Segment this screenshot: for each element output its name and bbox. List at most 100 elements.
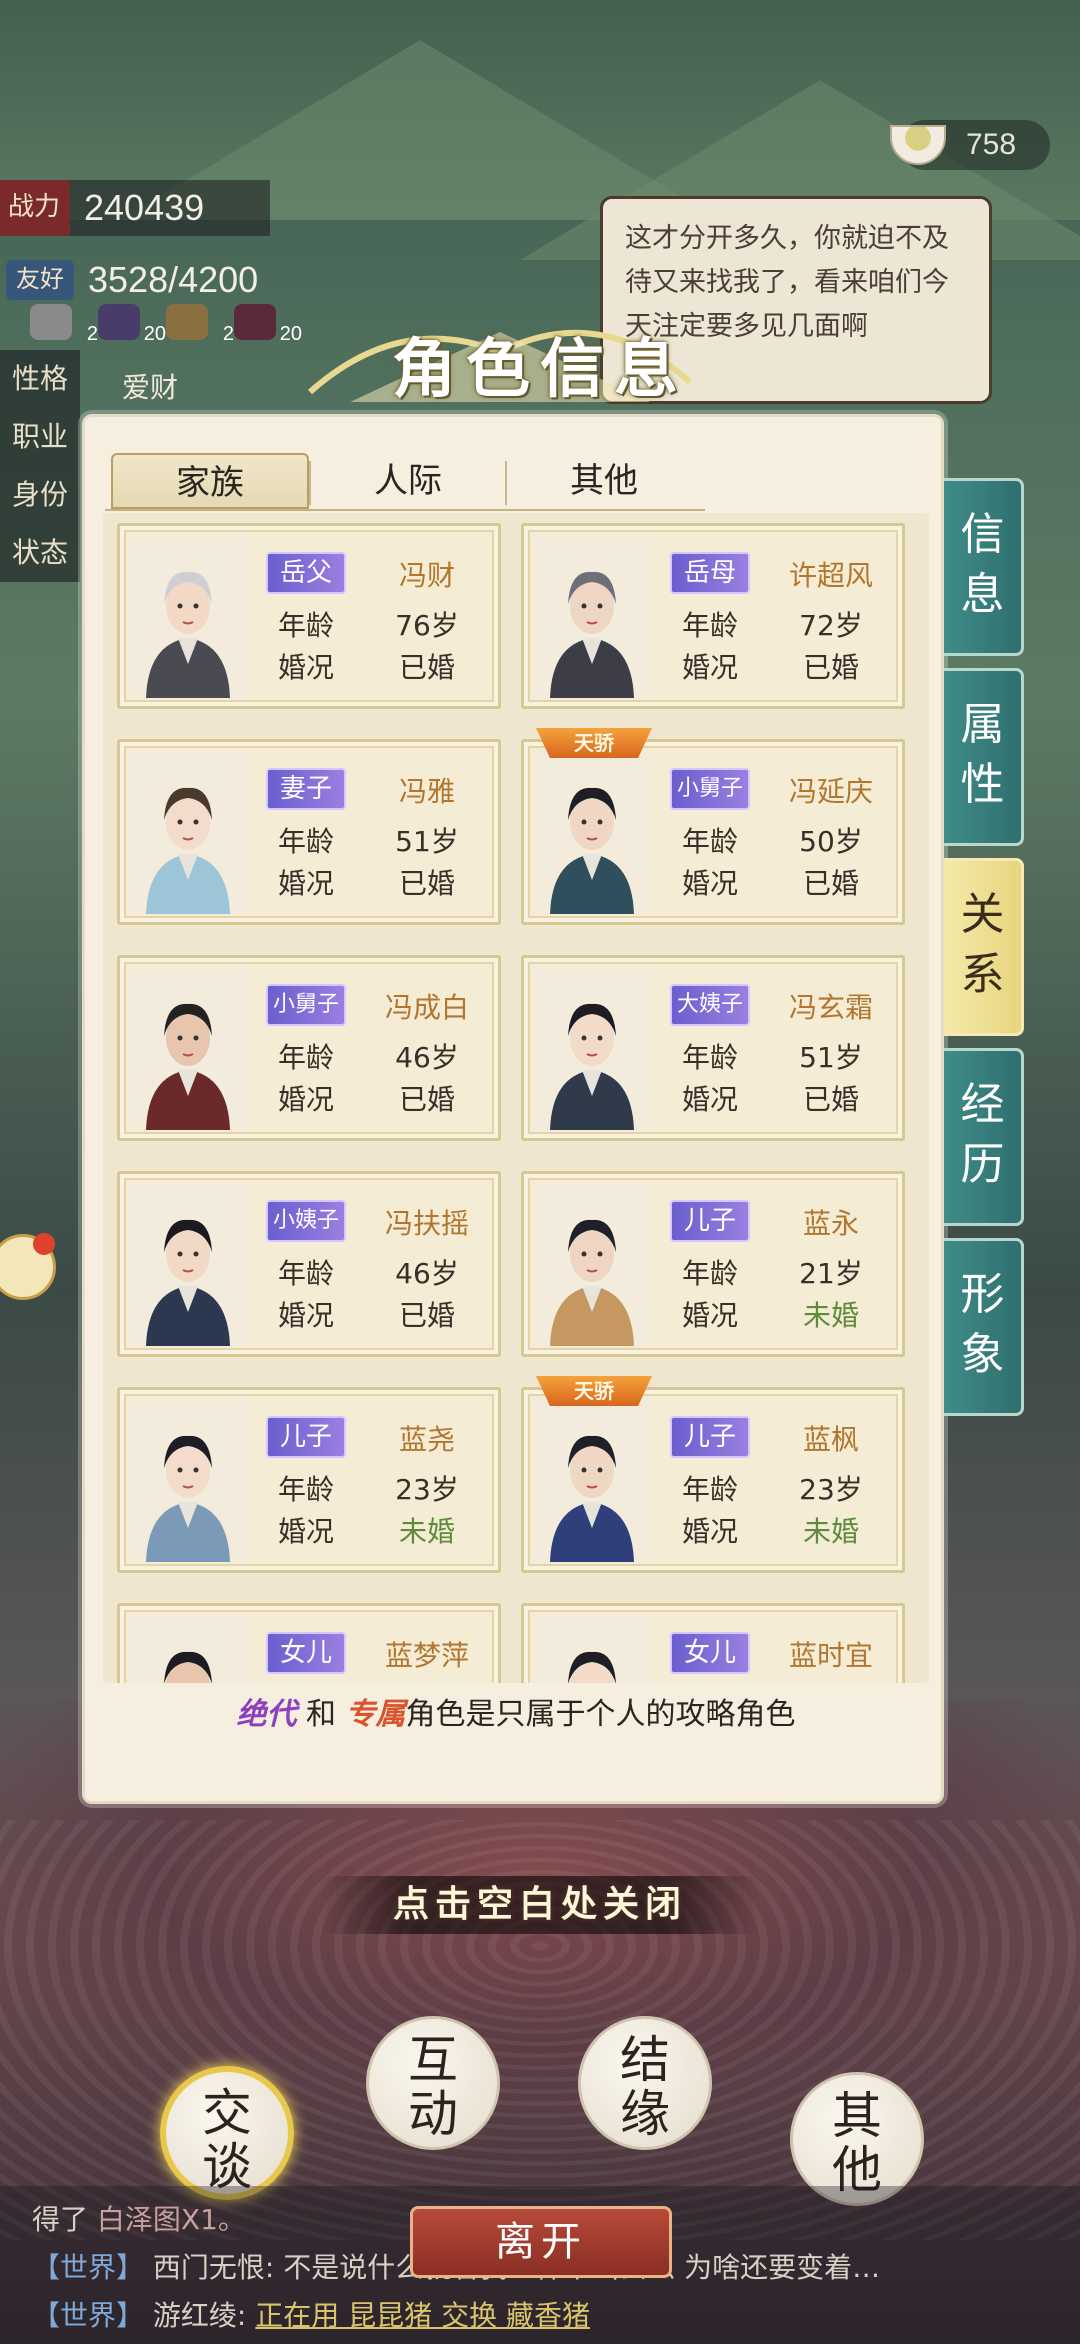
age-value: 51岁 bbox=[799, 1041, 863, 1074]
age-value: 72岁 bbox=[799, 609, 863, 642]
power-label: 战力 bbox=[0, 180, 70, 236]
side-tab-history[interactable]: 经历 bbox=[944, 1048, 1024, 1226]
family-member-card[interactable]: 天骄 小舅子 冯延庆 年龄 50岁 婚况 已婚 bbox=[521, 728, 905, 925]
character-portrait bbox=[128, 534, 248, 698]
personality-value: 爱财 bbox=[122, 371, 179, 404]
chat-line-1: 得了 白泽图X1。 bbox=[32, 2203, 246, 2236]
character-portrait bbox=[128, 1614, 248, 1683]
relation-badge: 儿子 bbox=[670, 1416, 750, 1458]
family-member-card[interactable]: 小姨子 冯扶摇 年龄 46岁 婚况 已婚 bbox=[117, 1171, 501, 1357]
member-name: 蓝永 bbox=[802, 1207, 859, 1240]
tab-family[interactable]: 家族 bbox=[111, 453, 309, 509]
interact-button[interactable]: 互动 bbox=[366, 2016, 500, 2150]
side-tab-appearance[interactable]: 形象 bbox=[944, 1238, 1024, 1416]
age-label: 年龄 bbox=[681, 825, 738, 858]
relation-badge: 妻子 bbox=[266, 768, 346, 810]
age-label: 年龄 bbox=[277, 1473, 334, 1506]
character-portrait bbox=[128, 1182, 248, 1346]
member-name: 蓝尧 bbox=[398, 1423, 455, 1456]
marriage-label: 婚况 bbox=[277, 1299, 334, 1332]
character-portrait bbox=[128, 966, 248, 1130]
panel-title: 角色信息 bbox=[392, 332, 688, 407]
power-row: 战力 240439 bbox=[0, 180, 270, 236]
marriage-value: 已婚 bbox=[398, 867, 455, 900]
tab-other[interactable]: 其他 bbox=[507, 453, 701, 509]
side-tab-relations[interactable]: 关系 bbox=[944, 858, 1024, 1036]
age-label: 年龄 bbox=[277, 825, 334, 858]
amber-icon[interactable]: 2 bbox=[166, 304, 234, 345]
marriage-label: 婚况 bbox=[277, 1515, 334, 1548]
age-label: 年龄 bbox=[681, 609, 738, 642]
age-label: 年龄 bbox=[277, 609, 334, 642]
power-value: 240439 bbox=[70, 180, 270, 236]
friendly-row: 友好 3528/4200 bbox=[0, 252, 274, 308]
character-info-panel: 家族 人际 其他 岳父 冯财 年龄 76岁 婚况 已婚 岳母 许超风 年龄 72岁 婚况 已婚 bbox=[82, 414, 944, 1804]
tianjiao-badge: 天骄 bbox=[536, 728, 652, 758]
character-portrait bbox=[532, 1398, 652, 1562]
friendly-label: 友好 bbox=[6, 260, 74, 300]
age-label: 年龄 bbox=[681, 1041, 738, 1074]
age-value: 76岁 bbox=[395, 609, 459, 642]
family-member-list[interactable]: 岳父 冯财 年龄 76岁 婚况 已婚 岳母 许超风 年龄 72岁 婚况 已婚 妻子 冯雅 年龄 51岁 婚况… bbox=[103, 513, 929, 1683]
marriage-label: 婚况 bbox=[277, 651, 334, 684]
member-name: 蓝梦萍 bbox=[384, 1639, 469, 1672]
relation-badge: 小舅子 bbox=[670, 768, 750, 810]
leave-button[interactable]: 离开 bbox=[410, 2206, 672, 2278]
marriage-label: 婚况 bbox=[681, 1515, 738, 1548]
stone-icon[interactable]: 2 bbox=[30, 304, 98, 345]
marriage-label: 婚况 bbox=[681, 1083, 738, 1116]
label-identity: 身份 bbox=[0, 466, 80, 524]
marriage-value: 未婚 bbox=[802, 1515, 859, 1548]
side-tab-attributes[interactable]: 属性 bbox=[944, 668, 1024, 846]
relation-badge: 儿子 bbox=[266, 1416, 346, 1458]
attribute-labels: 性格 职业 身份 状态 bbox=[0, 350, 80, 582]
panel-tabs: 家族 人际 其他 bbox=[111, 453, 701, 509]
character-portrait bbox=[532, 1614, 652, 1683]
age-label: 年龄 bbox=[277, 1041, 334, 1074]
relation-badge: 女儿 bbox=[670, 1632, 750, 1674]
family-member-card[interactable]: 妻子 冯雅年龄 51岁婚况 已婚 bbox=[117, 739, 501, 925]
family-member-card[interactable]: 岳母 许超风 年龄 72岁 婚况 已婚 bbox=[521, 523, 905, 709]
character-portrait bbox=[128, 750, 248, 914]
family-member-card[interactable]: 岳父 冯财 年龄 76岁 婚况 已婚 bbox=[117, 523, 501, 709]
talk-button[interactable]: 交谈 bbox=[160, 2066, 294, 2200]
label-occupation: 职业 bbox=[0, 408, 80, 466]
family-member-card[interactable]: 女儿蓝梦萍年龄24岁 bbox=[117, 1603, 501, 1683]
chat-line-3: 【世界】 游红绫: 正在用 昆昆猪 交换 藏香猪 bbox=[32, 2299, 590, 2332]
age-value: 46岁 bbox=[395, 1041, 459, 1074]
marriage-value: 已婚 bbox=[398, 1299, 455, 1332]
amethyst-icon[interactable]: 20 bbox=[98, 304, 166, 345]
label-personality: 性格 bbox=[0, 350, 80, 408]
member-name: 冯雅 bbox=[398, 775, 455, 808]
family-member-card[interactable]: 天骄 儿子 蓝枫 年龄 23岁 婚况 未婚 bbox=[521, 1376, 905, 1573]
bond-button[interactable]: 结缘 bbox=[578, 2016, 712, 2150]
currency-value: 758 bbox=[966, 128, 1017, 161]
tianjiao-badge: 天骄 bbox=[536, 1376, 652, 1406]
marriage-label: 婚况 bbox=[681, 867, 738, 900]
family-member-card[interactable]: 大姨子 冯玄霜 年龄 51岁 婚况 已婚 bbox=[521, 955, 905, 1141]
side-tab-info[interactable]: 信息 bbox=[944, 478, 1024, 656]
age-value: 21岁 bbox=[799, 1257, 863, 1290]
family-member-card[interactable]: 儿子 蓝永 年龄 21岁 婚况 未婚 bbox=[521, 1171, 905, 1357]
marriage-label: 婚况 bbox=[277, 867, 334, 900]
member-name: 蓝时宜 bbox=[788, 1639, 873, 1672]
marriage-label: 婚况 bbox=[277, 1083, 334, 1116]
age-value: 50岁 bbox=[799, 825, 863, 858]
currency-display[interactable]: 758 bbox=[890, 120, 1050, 170]
label-status: 状态 bbox=[0, 524, 80, 582]
marriage-label: 婚况 bbox=[681, 1299, 738, 1332]
member-name: 蓝枫 bbox=[802, 1423, 859, 1456]
friendly-value: 3528/4200 bbox=[88, 259, 259, 300]
relation-badge: 小舅子 bbox=[266, 984, 346, 1026]
member-name: 冯成白 bbox=[384, 991, 469, 1024]
family-member-card[interactable]: 儿子 蓝尧 年龄 23岁 婚况 未婚 bbox=[117, 1387, 501, 1573]
marriage-value: 已婚 bbox=[398, 1083, 455, 1116]
character-portrait bbox=[532, 534, 652, 698]
age-value: 51岁 bbox=[395, 825, 459, 858]
family-member-card[interactable]: 女儿蓝时宜年龄22岁 bbox=[521, 1603, 905, 1683]
age-label: 年龄 bbox=[277, 1257, 334, 1290]
relation-badge: 岳父 bbox=[266, 552, 346, 594]
character-portrait bbox=[532, 1182, 652, 1346]
family-member-card[interactable]: 小舅子 冯成白年龄 46岁婚况 已婚 bbox=[117, 955, 501, 1141]
tab-social[interactable]: 人际 bbox=[311, 453, 505, 509]
